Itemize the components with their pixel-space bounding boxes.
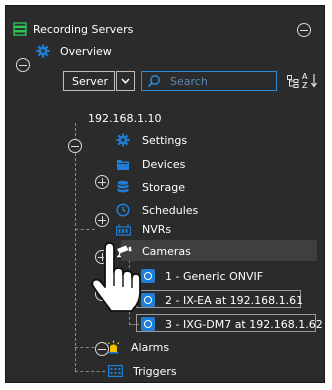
hand-pointer-cursor-icon	[91, 242, 141, 312]
camera-item[interactable]: 3 - IXG-DM7 at 192.168.1.62	[141, 315, 323, 333]
tree-connector	[75, 123, 76, 371]
tree-item-label: Alarms	[131, 340, 170, 354]
tree-item-schedules[interactable]: Schedules	[116, 201, 198, 219]
gear-icon	[116, 133, 130, 147]
search-placeholder: Search	[170, 74, 208, 88]
devices-expand-toggle[interactable]	[95, 213, 109, 227]
tree-item-label: Devices	[142, 157, 186, 171]
clock-icon	[116, 203, 130, 217]
tree-item-label: Settings	[142, 133, 188, 147]
camera-lens-icon	[141, 317, 155, 331]
trigger-panel-icon	[108, 365, 123, 377]
server-filter-dropdown-arrow[interactable]	[116, 71, 135, 91]
server-stack-icon	[13, 22, 27, 36]
server-filter-dropdown[interactable]: Server	[63, 71, 115, 91]
sort-arrow-down-icon	[311, 74, 317, 88]
camera-label: 3 - IXG-DM7 at 192.168.1.62	[165, 317, 323, 331]
tree-item-nvrs[interactable]: NVRs	[116, 220, 171, 238]
camera-item[interactable]: 1 - Generic ONVIF	[141, 267, 263, 285]
recording-servers-panel: Recording Servers Overview Server Search	[5, 5, 325, 383]
camera-item[interactable]: 2 - IX-EA at 192.168.1.61	[141, 291, 303, 309]
hierarchy-view-icon[interactable]	[287, 75, 299, 88]
server-name: 192.168.1.10	[88, 111, 162, 125]
tree-item-devices[interactable]: Devices	[116, 155, 185, 173]
tree-item-label: Triggers	[133, 364, 177, 378]
sort-az-label: A Z	[302, 72, 308, 90]
panel-title: Recording Servers	[33, 22, 134, 36]
settings-expand-toggle[interactable]	[95, 175, 109, 189]
tree-item-storage[interactable]: Storage	[116, 178, 185, 196]
overview-collapse-toggle[interactable]	[16, 58, 30, 72]
sort-az-button[interactable]: A Z	[302, 72, 322, 91]
tree-connector	[75, 229, 95, 230]
camera-label: 1 - Generic ONVIF	[165, 269, 264, 283]
search-input[interactable]: Search	[141, 71, 277, 91]
panel-header: Recording Servers	[13, 20, 133, 38]
overview-label: Overview	[60, 44, 112, 58]
server-node[interactable]: 192.168.1.10	[88, 109, 161, 127]
tree-connector	[75, 371, 105, 372]
camera-lens-icon	[141, 269, 155, 283]
tree-item-triggers[interactable]: Triggers	[108, 362, 177, 380]
alarm-beacon-icon	[107, 340, 120, 354]
gear-icon	[36, 44, 50, 58]
collapse-all-toggle[interactable]	[297, 23, 311, 37]
nvr-device-icon	[116, 223, 131, 236]
overview-node[interactable]: Overview	[36, 42, 112, 60]
chevron-down-icon	[121, 78, 130, 84]
tree-item-alarms[interactable]: Alarms	[106, 338, 169, 356]
search-icon	[147, 75, 160, 88]
tree-item-label: NVRs	[142, 222, 172, 236]
server-collapse-toggle[interactable]	[68, 139, 82, 153]
tree-item-label: Schedules	[142, 203, 199, 217]
database-icon	[117, 180, 129, 193]
folder-icon	[117, 159, 129, 170]
camera-label: 2 - IX-EA at 192.168.1.61	[165, 293, 304, 307]
camera-lens-icon	[141, 293, 155, 307]
tree-item-label: Storage	[142, 180, 186, 194]
tree-item-label: Cameras	[142, 244, 191, 258]
server-filter-label: Server	[72, 74, 109, 88]
tree-item-settings[interactable]: Settings	[116, 131, 187, 149]
